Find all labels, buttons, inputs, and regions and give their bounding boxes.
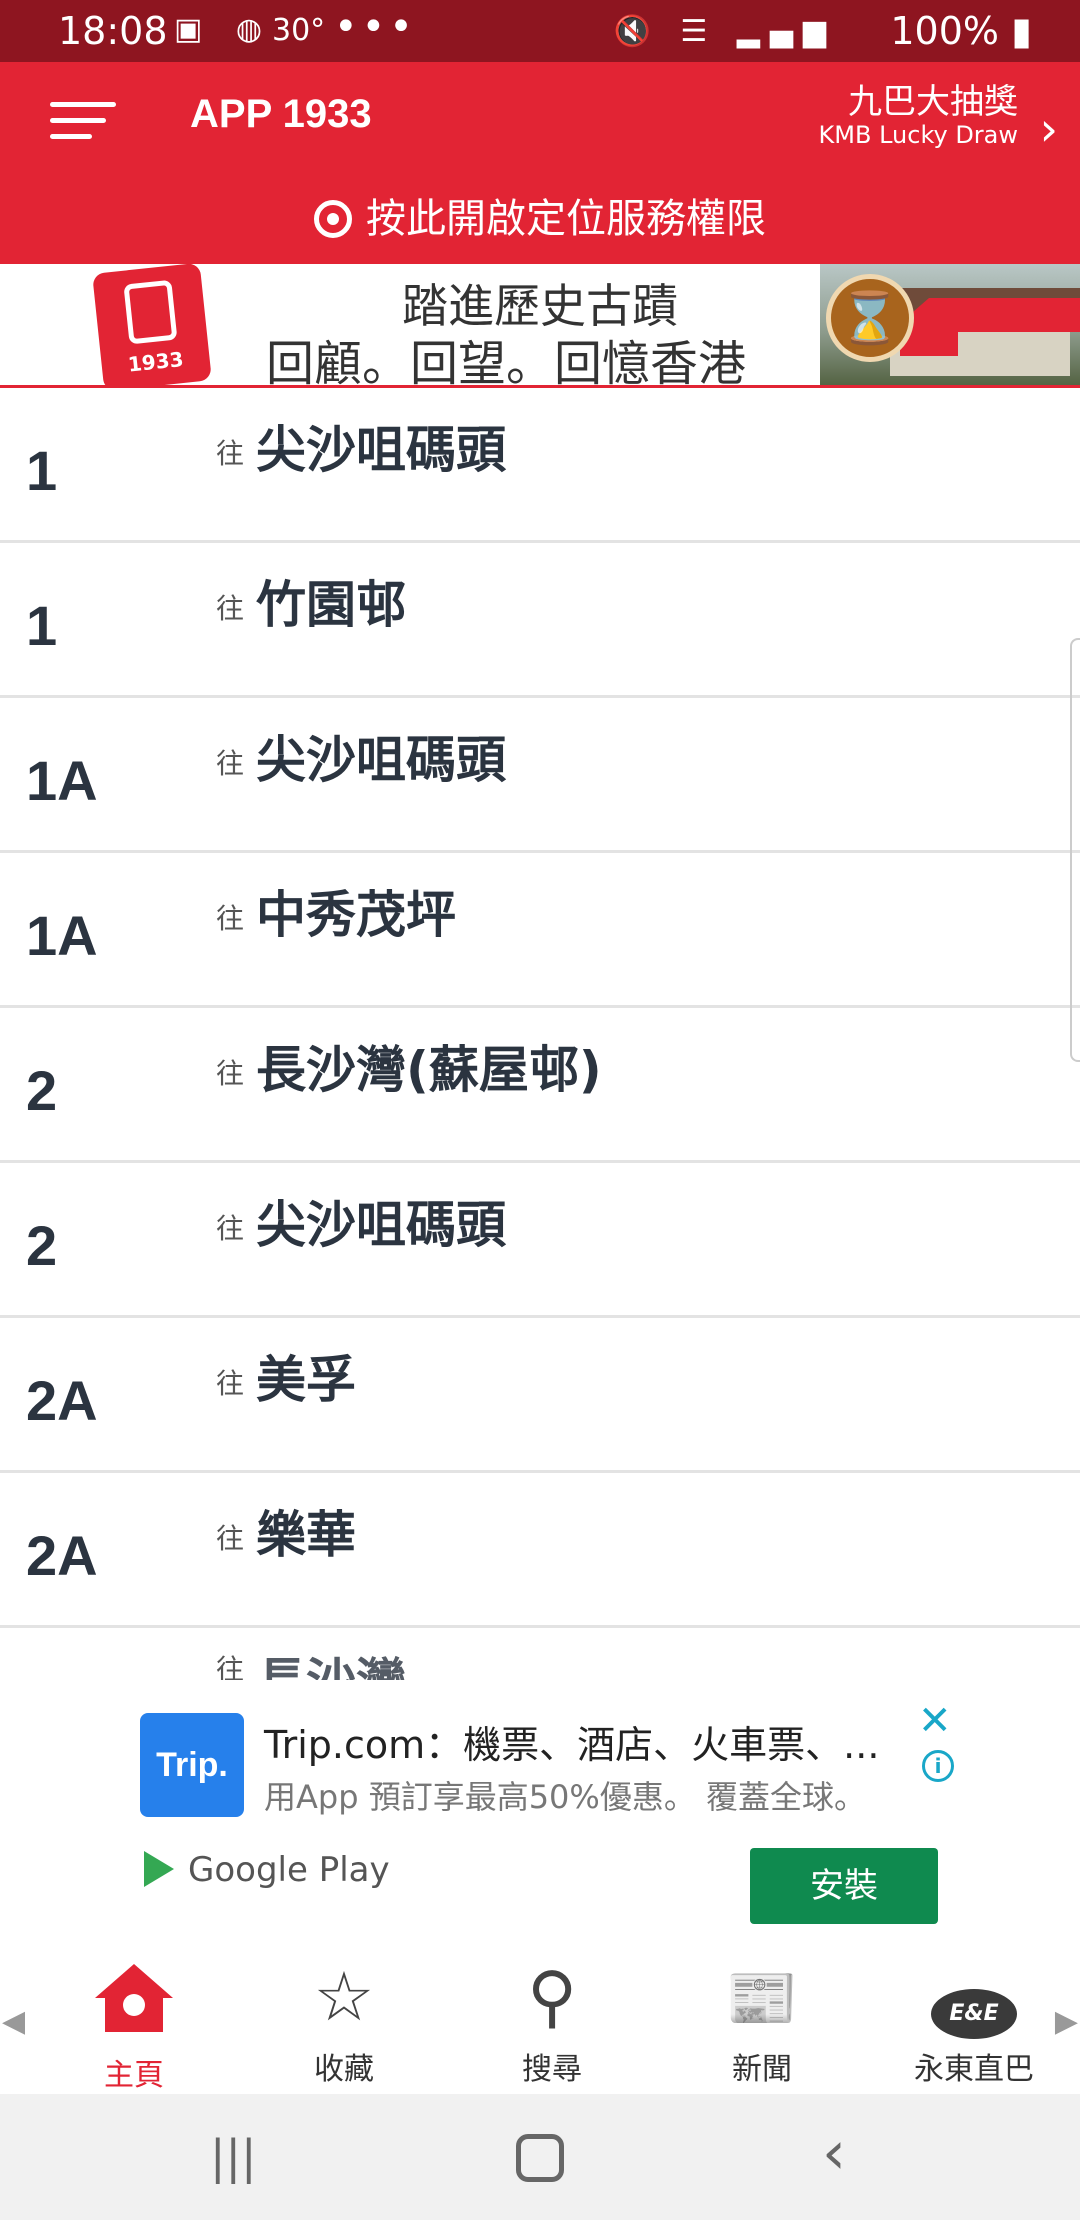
location-target-icon: [314, 200, 352, 238]
tab-label: 新聞: [732, 2052, 792, 2087]
home-button[interactable]: [516, 2134, 564, 2182]
route-to-label: 往: [216, 1522, 245, 1555]
route-number: 2A: [26, 1524, 98, 1587]
route-row[interactable]: 2A 往 美孚: [0, 1318, 1080, 1473]
tab-scroll-right-icon[interactable]: ▶: [1055, 2004, 1078, 2039]
route-destination: 樂華: [256, 1506, 356, 1564]
ad-title[interactable]: Trip.com：機票、酒店、火車票、...: [264, 1714, 879, 1769]
route-number: 2: [26, 1059, 58, 1122]
route-number: 2A: [26, 1369, 98, 1432]
google-play-icon: [144, 1851, 174, 1887]
tab-favorites[interactable]: ☆ 收藏: [264, 1958, 424, 2088]
app-title: APP 1933: [190, 92, 372, 136]
route-destination: 美孚: [256, 1351, 356, 1409]
tab-ee-bus[interactable]: E&E 永東直巴: [894, 1958, 1054, 2088]
location-permission-button[interactable]: 按此開啟定位服務權限: [0, 186, 1080, 256]
route-row[interactable]: 1 往 竹園邨: [0, 543, 1080, 698]
route-destination: 長沙灣: [256, 1642, 406, 1680]
ad-subtitle: 用App 預訂享最高50%優惠。 覆蓋全球。: [264, 1778, 866, 1816]
location-prompt-label: 按此開啟定位服務權限: [366, 196, 766, 242]
ad-close-icon[interactable]: ✕: [918, 1698, 952, 1744]
route-row[interactable]: 2 往 長沙灣(蘇屋邨): [0, 1008, 1080, 1163]
route-row-partial[interactable]: 往 長沙灣: [0, 1628, 1080, 1680]
bottom-tab-bar: ◀ 主頁 ☆ 收藏 ⚲ 搜尋 📰 新聞 E&E 永東直巴 ▶: [0, 1950, 1080, 2094]
lucky-draw-en: KMB Lucky Draw: [818, 121, 1018, 149]
home-icon: [95, 1964, 173, 2034]
route-row[interactable]: 1A 往 尖沙咀碼頭: [0, 698, 1080, 853]
route-number: 1: [26, 439, 58, 502]
tab-label: 收藏: [314, 2052, 374, 2087]
scroll-indicator[interactable]: [1070, 638, 1080, 1062]
route-destination: 尖沙咀碼頭: [256, 731, 506, 789]
back-button[interactable]: ‹: [822, 2118, 846, 2188]
chevron-right-icon[interactable]: ›: [1040, 102, 1058, 156]
route-destination: 竹園邨: [256, 576, 406, 634]
trip-app-icon[interactable]: Trip.: [140, 1713, 244, 1817]
route-to-label: 往: [216, 1653, 245, 1680]
tab-news[interactable]: 📰 新聞: [682, 1958, 842, 2088]
route-number: 1A: [26, 904, 98, 967]
route-row[interactable]: 1A 往 中秀茂坪: [0, 853, 1080, 1008]
route-destination: 中秀茂坪: [256, 886, 456, 944]
route-list: 1 往 尖沙咀碼頭 1 往 竹園邨 1A 往 尖沙咀碼頭 1A 往 中秀茂坪 2…: [0, 388, 1080, 1680]
route-destination: 尖沙咀碼頭: [256, 421, 506, 479]
recents-button[interactable]: |||: [210, 2130, 257, 2184]
logo-year: 1933: [126, 346, 185, 377]
route-row[interactable]: 2 往 尖沙咀碼頭: [0, 1163, 1080, 1318]
search-icon: ⚲: [527, 1958, 577, 2037]
route-to-label: 往: [216, 1057, 245, 1090]
signal-icons: 🔇 ☰ ▂▄▆: [613, 14, 836, 49]
tab-label: 主頁: [104, 2058, 164, 2093]
route-to-label: 往: [216, 1212, 245, 1245]
route-destination: 長沙灣(蘇屋邨): [256, 1041, 602, 1099]
status-temperature: 30°: [272, 13, 326, 48]
status-bar: 18:08 ▣ ◍ 30° ••• 🔇 ☰ ▂▄▆ 100% ▮: [0, 0, 1080, 62]
ee-logo-icon: E&E: [931, 1989, 1017, 2039]
battery-indicator: 100% ▮: [890, 9, 1032, 53]
status-time: 18:08: [58, 9, 168, 53]
route-to-label: 往: [216, 592, 245, 625]
route-to-label: 往: [216, 437, 245, 470]
install-button[interactable]: 安裝: [750, 1848, 938, 1924]
route-row[interactable]: 1 往 尖沙咀碼頭: [0, 388, 1080, 543]
tab-label: 永東直巴: [914, 2052, 1034, 2087]
route-number: 1: [26, 594, 58, 657]
route-number: 2: [26, 1214, 58, 1277]
system-nav-bar: ||| ‹: [0, 2094, 1080, 2220]
tab-home[interactable]: 主頁: [54, 1958, 214, 2094]
google-play-badge: Google Play: [144, 1850, 390, 1890]
banner-line-2: 回顧。回望。回憶香港: [266, 336, 747, 388]
route-destination: 尖沙咀碼頭: [256, 1196, 506, 1254]
route-row[interactable]: 2A 往 樂華: [0, 1473, 1080, 1628]
ad-banner: Trip. Trip.com：機票、酒店、火車票、... 用App 預訂享最高5…: [0, 1680, 1080, 1950]
more-notifications-icon: •••: [334, 4, 417, 50]
promo-banner[interactable]: 1933 ⌛ 踏進歷史古蹟 回顧。回望。回憶香港: [0, 264, 1080, 388]
tab-label: 搜尋: [522, 2052, 582, 2087]
ad-info-icon[interactable]: i: [922, 1750, 954, 1782]
tab-scroll-left-icon[interactable]: ◀: [2, 2004, 25, 2039]
route-to-label: 往: [216, 747, 245, 780]
news-icon: 📰: [725, 1964, 799, 2032]
route-to-label: 往: [216, 1367, 245, 1400]
google-play-label: Google Play: [188, 1850, 390, 1890]
notification-icons: ▣ ◍: [174, 12, 275, 47]
route-to-label: 往: [216, 902, 245, 935]
hamburger-menu-icon[interactable]: [50, 98, 120, 148]
lucky-draw-link[interactable]: 九巴大抽獎 KMB Lucky Draw: [819, 82, 1018, 148]
star-icon: ☆: [313, 1958, 375, 2037]
route-number: 1A: [26, 749, 98, 812]
lucky-draw-zh: 九巴大抽獎: [848, 82, 1018, 122]
tab-search[interactable]: ⚲ 搜尋: [472, 1958, 632, 2088]
app-header: APP 1933 九巴大抽獎 KMB Lucky Draw › 按此開啟定位服務…: [0, 62, 1080, 264]
